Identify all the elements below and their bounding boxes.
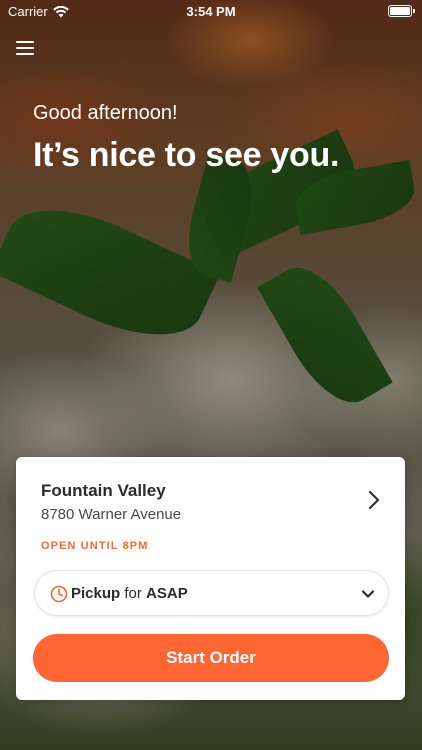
chevron-right-icon xyxy=(368,490,380,510)
location-address: 8780 Warner Avenue xyxy=(41,506,182,523)
order-type-text: Pickup for ASAP xyxy=(71,585,188,602)
order-mode: Pickup xyxy=(71,585,121,602)
clock-icon xyxy=(50,585,68,603)
greeting-text: Good afternoon! xyxy=(33,102,178,124)
order-type-dropdown[interactable]: Pickup for ASAP xyxy=(34,570,389,616)
location-card: Fountain Valley 8780 Warner Avenue OPEN … xyxy=(16,457,405,700)
order-time: ASAP xyxy=(146,585,188,602)
location-name: Fountain Valley xyxy=(41,481,166,500)
order-connector: for xyxy=(124,585,142,602)
battery-icon xyxy=(388,5,415,17)
start-order-button[interactable]: Start Order xyxy=(33,634,389,682)
hamburger-menu-icon[interactable] xyxy=(16,40,36,56)
status-bar: Carrier 3:54 PM xyxy=(0,0,422,22)
chevron-down-icon xyxy=(361,590,375,598)
hours-label: OPEN UNTIL 8PM xyxy=(41,540,149,552)
battery-level xyxy=(390,7,410,15)
headline-text: It’s nice to see you. xyxy=(33,136,340,174)
status-time: 3:54 PM xyxy=(186,4,236,19)
location-selector[interactable]: Fountain Valley 8780 Warner Avenue xyxy=(16,457,405,532)
